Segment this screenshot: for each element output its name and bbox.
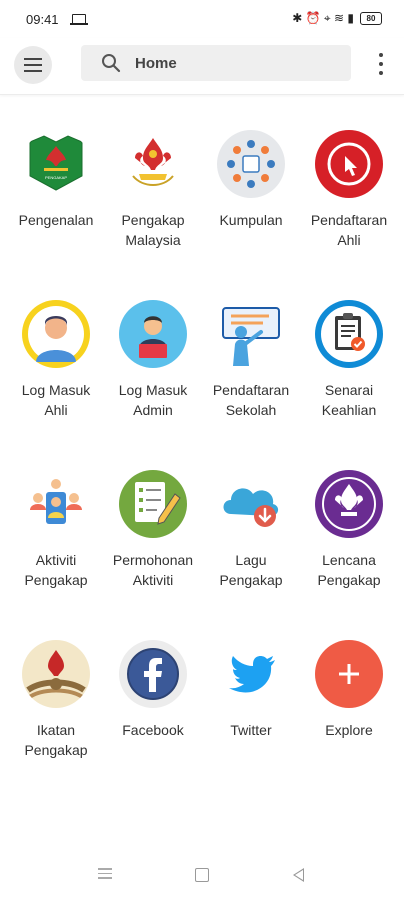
- battery-icon: 80: [360, 12, 382, 25]
- tile-pendaftaran-ahli[interactable]: Pendaftaran Ahli: [300, 130, 398, 250]
- tile-label: Aktiviti Pengakap: [24, 552, 88, 588]
- admin-laptop-icon: [119, 300, 187, 368]
- pengakap-emblem-icon: PENGAKAP: [22, 130, 90, 198]
- tile-kumpulan[interactable]: Kumpulan: [202, 130, 300, 230]
- laptop-icon: [70, 14, 88, 25]
- tile-label: Log Masuk Admin: [118, 382, 188, 418]
- tile-label: Facebook: [122, 722, 184, 738]
- hamburger-menu-button[interactable]: [14, 46, 52, 84]
- facebook-icon: [119, 640, 187, 708]
- tile-aktiviti-pengakap[interactable]: Aktiviti Pengakap: [7, 470, 105, 590]
- home-button[interactable]: [195, 868, 209, 882]
- status-time: 09:41: [26, 12, 59, 27]
- app-toolbar: Home: [0, 38, 404, 95]
- tile-label: Ikatan Pengakap: [24, 722, 88, 758]
- status-symbols: ✱ ⏰ ⌖ ≋ ▮: [292, 11, 354, 25]
- tile-twitter[interactable]: Twitter: [202, 640, 300, 740]
- tile-log-masuk-admin[interactable]: Log Masuk Admin: [104, 300, 202, 420]
- tile-pendaftaran-sekolah[interactable]: Pendaftaran Sekolah: [202, 300, 300, 420]
- tile-label: Senarai Keahlian: [321, 382, 377, 418]
- svg-text:PENGAKAP: PENGAKAP: [45, 175, 67, 180]
- tile-label: Lencana Pengakap: [317, 552, 381, 588]
- tile-label: Log Masuk Ahli: [21, 382, 91, 418]
- tile-label: Pengakap Malaysia: [121, 212, 185, 248]
- tile-pengenalan[interactable]: PENGAKAP Pengenalan: [7, 130, 105, 230]
- plus-icon: [315, 640, 383, 708]
- tile-label: Pengenalan: [18, 212, 94, 228]
- form-pencil-icon: [119, 470, 187, 538]
- tile-label: Pendaftaran Ahli: [310, 212, 388, 248]
- scout-knot-icon: [22, 640, 90, 708]
- tile-label: Pendaftaran Sekolah: [212, 382, 290, 418]
- status-bar: 09:41 ✱ ⏰ ⌖ ≋ ▮ 80: [0, 0, 404, 38]
- tile-explore[interactable]: Explore: [300, 640, 398, 740]
- people-network-icon: [22, 470, 90, 538]
- apply-online-icon: [315, 130, 383, 198]
- status-icons: ✱ ⏰ ⌖ ≋ ▮ 80: [292, 11, 382, 26]
- system-nav-bar: [0, 852, 404, 900]
- tile-pengakap-malaysia[interactable]: Pengakap Malaysia: [104, 130, 202, 250]
- search-text: Home: [135, 54, 177, 72]
- tile-facebook[interactable]: Facebook: [104, 640, 202, 740]
- school-presentation-icon: [217, 300, 285, 368]
- hamburger-icon: [24, 58, 42, 60]
- member-avatar-icon: [22, 300, 90, 368]
- tile-label: Twitter: [230, 722, 272, 738]
- recents-button[interactable]: [98, 868, 112, 879]
- tile-senarai-keahlian[interactable]: Senarai Keahlian: [300, 300, 398, 420]
- cloud-download-icon: [217, 470, 285, 538]
- group-meeting-icon: [217, 130, 285, 198]
- tile-log-masuk-ahli[interactable]: Log Masuk Ahli: [7, 300, 105, 420]
- back-button[interactable]: [293, 868, 304, 882]
- more-options-button[interactable]: [378, 53, 384, 75]
- search-icon: [102, 54, 121, 73]
- tile-lagu-pengakap[interactable]: Lagu Pengakap: [202, 470, 300, 590]
- scout-badge-icon: [315, 470, 383, 538]
- fleur-de-lis-emblem-icon: [119, 130, 187, 198]
- tile-label: Permohonan Aktiviti: [112, 552, 194, 588]
- tile-lencana-pengakap[interactable]: Lencana Pengakap: [300, 470, 398, 590]
- tile-ikatan-pengakap[interactable]: Ikatan Pengakap: [7, 640, 105, 760]
- twitter-icon: [217, 640, 285, 708]
- tile-label: Kumpulan: [219, 212, 283, 228]
- search-bar[interactable]: Home: [81, 45, 351, 81]
- tile-label: Lagu Pengakap: [219, 552, 283, 588]
- tile-permohonan-aktiviti[interactable]: Permohonan Aktiviti: [104, 470, 202, 590]
- clipboard-check-icon: [315, 300, 383, 368]
- tile-label: Explore: [325, 722, 373, 738]
